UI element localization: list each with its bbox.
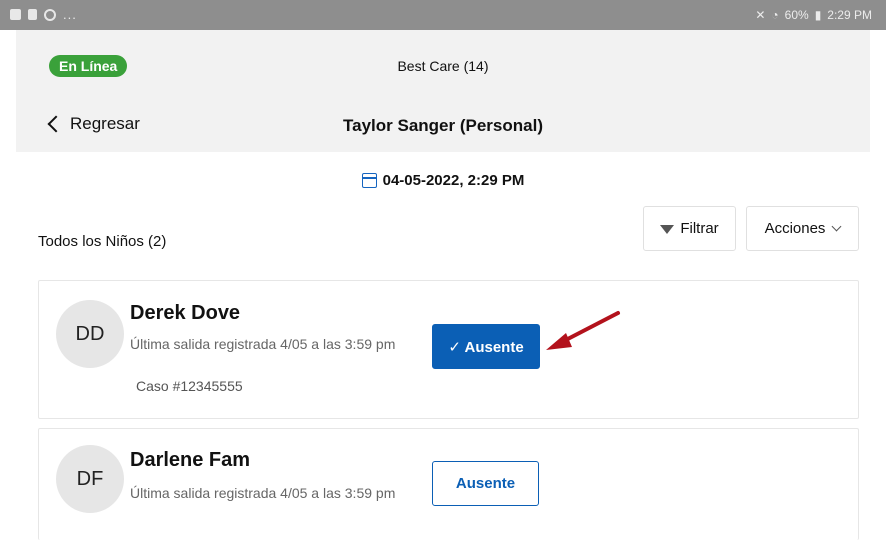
calendar-icon [361,173,377,188]
org-name: Best Care (14) [397,58,489,74]
back-chevron-icon [47,115,65,133]
last-checkout-text: Última salida registrada 4/05 a las 3:59… [130,336,396,352]
last-checkout-text: Última salida registrada 4/05 a las 3:59… [130,485,396,501]
status-bar: ... ✕ ◔ 60% ▮ 2:29 PM [0,0,886,30]
status-bar-right: ✕ ◔ 60% ▮ 2:29 PM [755,8,872,22]
filter-icon [660,225,675,234]
date-text: 04-05-2022, 2:29 PM [382,172,525,189]
actions-dropdown[interactable]: Acciones [746,206,859,251]
filter-button[interactable]: Filtrar [643,206,736,251]
absent-button[interactable]: ✓ Ausente [432,324,540,369]
sim-icon [28,9,37,20]
case-number: Caso #12345555 [136,378,243,394]
image-icon [10,9,21,20]
back-label: Regresar [70,114,140,133]
child-card[interactable]: DD Derek Dove Última salida registrada 4… [38,280,859,419]
section-title: Todos los Niños (2) [38,233,167,250]
child-name: Darlene Fam [130,449,251,471]
avatar: DD [56,300,124,368]
wifi-icon: ◔ [771,8,779,22]
sync-icon [44,8,56,21]
battery-icon: ▮ [814,8,822,22]
status-time: 2:29 PM [827,8,872,22]
child-card[interactable]: DF Darlene Fam Última salida registrada … [38,428,859,540]
avatar: DF [56,445,124,513]
back-button[interactable]: Regresar [46,114,140,134]
app-header: En Línea Best Care (14) Regresar Taylor … [16,30,870,152]
chevron-down-icon [831,221,842,232]
filter-label: Filtrar [680,220,719,237]
annotation-arrow-icon [546,311,620,350]
child-name: Derek Dove [130,302,241,324]
date-display[interactable]: 04-05-2022, 2:29 PM [0,172,886,189]
page-title: Taylor Sanger (Personal) [343,116,543,135]
absent-button[interactable]: Ausente [432,461,539,506]
actions-label: Acciones [764,220,826,237]
mute-icon: ✕ [755,8,766,22]
status-overflow-dots: ... [63,7,77,22]
status-bar-left: ... [10,7,77,22]
battery-level: 60% [784,8,809,22]
